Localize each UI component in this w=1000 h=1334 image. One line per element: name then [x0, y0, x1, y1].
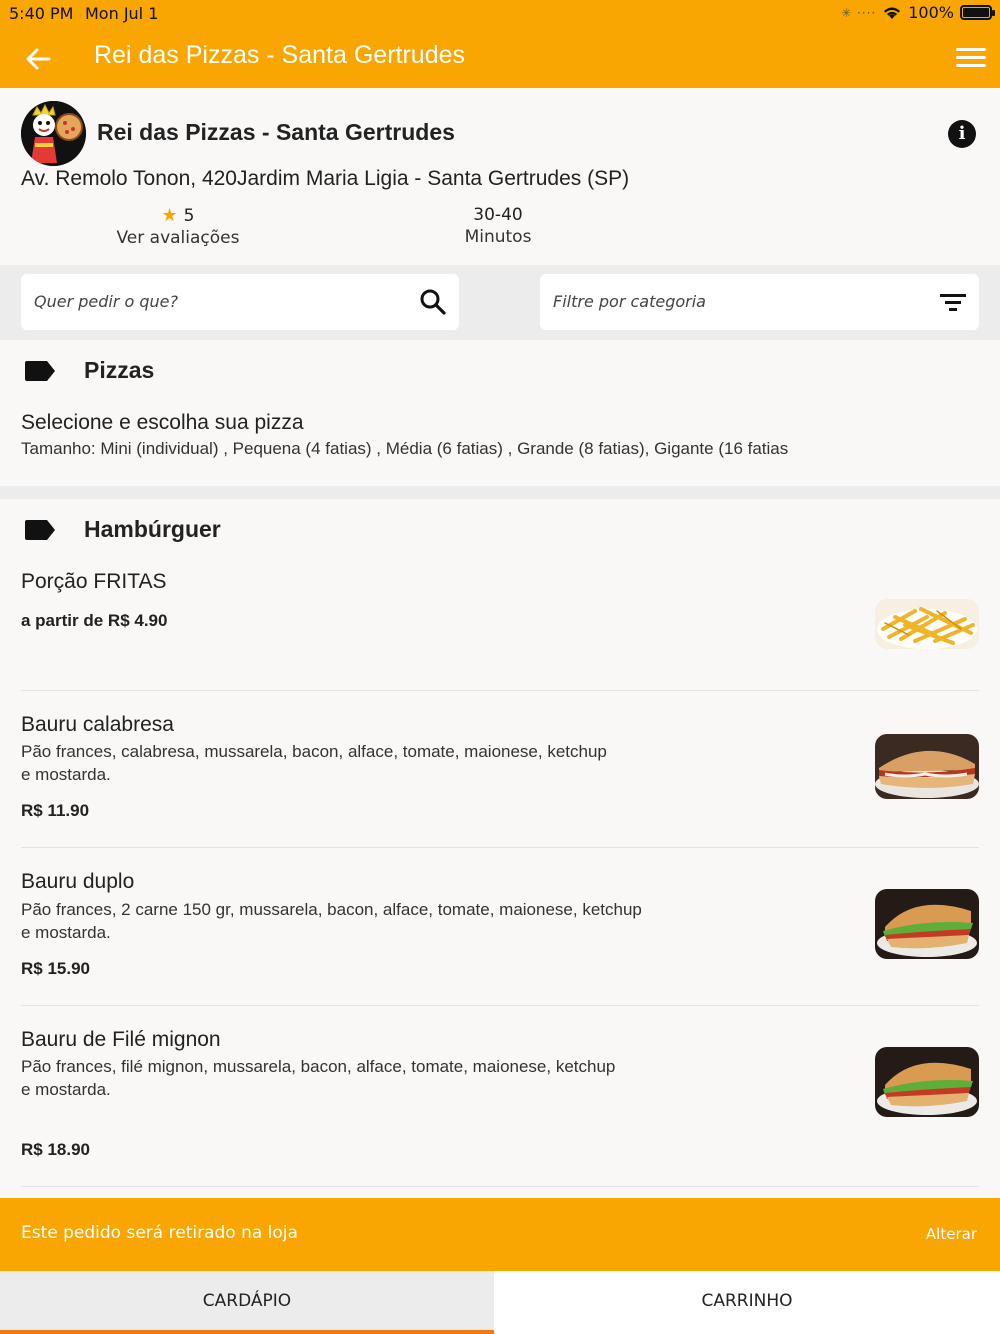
menu-item-name[interactable]: Bauru de Filé mignon	[21, 1028, 221, 1052]
menu-item-name[interactable]: Porção FRITAS	[21, 570, 166, 594]
fries-image[interactable]	[875, 599, 979, 649]
sandwich-image[interactable]	[875, 1047, 979, 1117]
search-icon[interactable]	[419, 288, 447, 316]
signal-icon: ✳ ····	[841, 5, 877, 20]
change-pickup-button[interactable]: Alterar	[926, 1225, 977, 1243]
filters-bar: Quer pedir o que? Filtre por categoria	[0, 265, 1000, 340]
section-pizzas: Pizzas Selecione e escolha sua pizza Tam…	[0, 340, 1000, 486]
pickup-text: Este pedido será retirado na loja	[21, 1223, 298, 1243]
store-name: Rei das Pizzas - Santa Gertrudes	[97, 119, 455, 145]
store-address: Av. Remolo Tonon, 420Jardim Maria Ligia …	[21, 167, 630, 190]
pickup-banner: Este pedido será retirado na loja Altera…	[0, 1198, 1000, 1271]
menu-item-description: e mostarda.	[21, 1080, 111, 1099]
sandwich-image[interactable]	[875, 889, 979, 959]
rating-block[interactable]: ★ 5 Ver avaliações	[110, 205, 246, 248]
wifi-icon	[884, 7, 901, 19]
menu-item-description: Pão frances, filé mignon, mussarela, bac…	[21, 1057, 616, 1076]
info-icon[interactable]: i	[948, 120, 976, 148]
section-divider	[0, 486, 1000, 499]
star-icon: ★	[161, 205, 178, 226]
delivery-time-block: 30-40 Minutos	[440, 205, 556, 247]
battery-icon	[960, 5, 995, 20]
store-logo	[21, 101, 86, 166]
tag-icon	[25, 361, 55, 381]
battery-percent: 100%	[908, 3, 954, 22]
delivery-time-value: 30-40	[473, 205, 523, 225]
menu-item-description: Pão frances, 2 carne 150 gr, mussarela, …	[21, 900, 642, 919]
sandwich-image[interactable]	[875, 734, 979, 799]
delivery-time-label: Minutos	[464, 227, 532, 247]
bottom-tabs: CARDÁPIO CARRINHO	[0, 1271, 1000, 1334]
see-reviews-link[interactable]: Ver avaliações	[110, 228, 246, 248]
item-divider	[21, 1186, 979, 1187]
menu-item-price: R$ 15.90	[21, 959, 90, 978]
menu-item-price: R$ 11.90	[21, 801, 90, 820]
filter-icon[interactable]	[939, 288, 967, 316]
app-bar-title: Rei das Pizzas - Santa Gertrudes	[94, 41, 465, 69]
menu-item-description: e mostarda.	[21, 923, 111, 942]
tag-icon	[25, 520, 55, 540]
item-divider	[21, 847, 979, 848]
arrow-left-icon[interactable]	[22, 43, 54, 75]
tab-carrinho[interactable]: CARRINHO	[494, 1271, 1000, 1334]
status-bar: 5:40 PM Mon Jul 1 ✳ ···· 100%	[0, 0, 1000, 28]
menu-item-name[interactable]: Bauru duplo	[21, 870, 134, 894]
section-hamburguer: Hambúrguer Porção FRITAS a partir de R$ …	[0, 499, 1000, 1198]
item-divider	[21, 1005, 979, 1006]
section-title: Hambúrguer	[84, 516, 221, 542]
search-input[interactable]: Quer pedir o que?	[21, 274, 459, 330]
tab-cardapio[interactable]: CARDÁPIO	[0, 1271, 494, 1334]
menu-item-description: Pão frances, calabresa, mussarela, bacon…	[21, 742, 607, 761]
menu-item-price: R$ 18.90	[21, 1140, 90, 1159]
section-title: Pizzas	[84, 357, 155, 383]
search-placeholder: Quer pedir o que?	[34, 292, 179, 311]
app-bar: Rei das Pizzas - Santa Gertrudes	[0, 28, 1000, 88]
menu-item-name[interactable]: Selecione e escolha sua pizza	[21, 411, 304, 435]
item-divider	[21, 690, 979, 691]
category-placeholder: Filtre por categoria	[553, 292, 706, 311]
menu-item-name[interactable]: Bauru calabresa	[21, 713, 174, 737]
rating-value: 5	[183, 206, 195, 226]
menu-item-price: a partir de R$ 4.90	[21, 611, 168, 630]
menu-item-description: e mostarda.	[21, 765, 111, 784]
category-filter[interactable]: Filtre por categoria	[540, 274, 979, 330]
hamburger-menu-icon[interactable]	[954, 42, 988, 74]
store-header: Rei das Pizzas - Santa Gertrudes i Av. R…	[0, 88, 1000, 265]
status-time: 5:40 PM	[9, 4, 74, 23]
status-date: Mon Jul 1	[85, 4, 159, 23]
menu-item-description: Tamanho: Mini (individual) , Pequena (4 …	[21, 439, 789, 458]
